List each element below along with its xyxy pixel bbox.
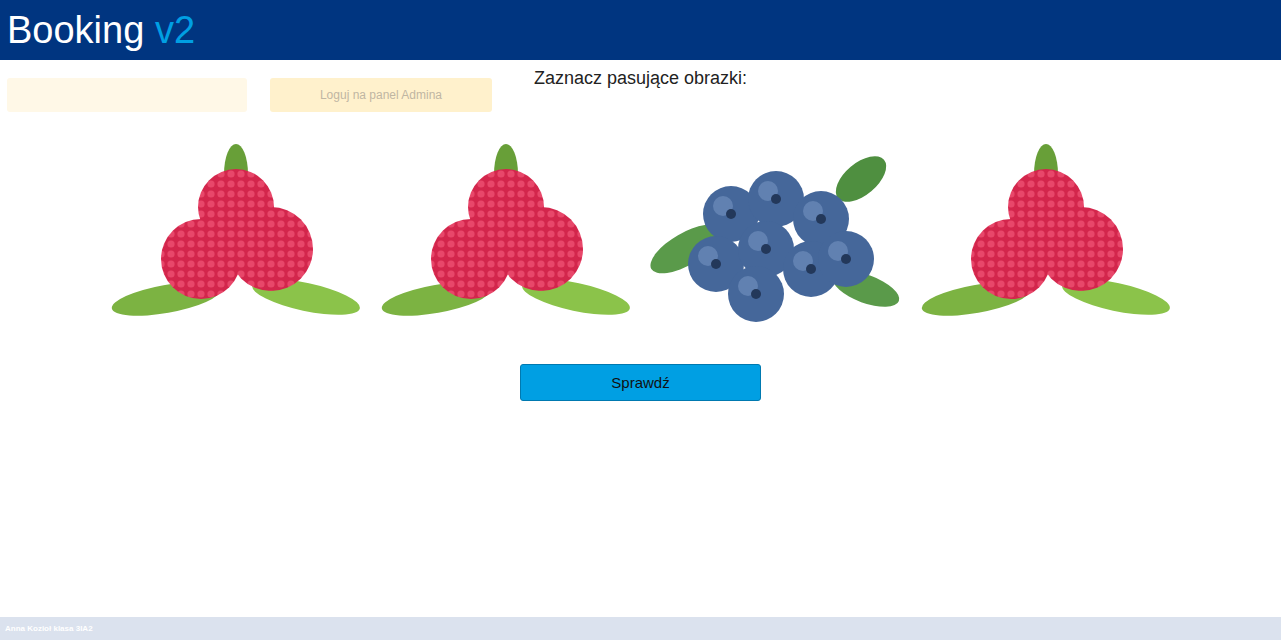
header: Booking v2: [0, 0, 1281, 60]
captcha-images: [106, 119, 1176, 339]
captcha-image[interactable]: [646, 119, 906, 339]
raspberry-icon: [376, 119, 636, 339]
captcha-image[interactable]: [376, 119, 636, 339]
logo[interactable]: Booking v2: [7, 9, 195, 52]
logo-suffix: v2: [155, 9, 195, 51]
raspberry-icon: [916, 119, 1176, 339]
captcha: Zaznacz pasujące obrazki: Sprawdź: [0, 68, 1281, 401]
captcha-image[interactable]: [106, 119, 366, 339]
raspberry-icon: [106, 119, 366, 339]
footer: Anna Kozioł klasa 3IA2: [0, 617, 1281, 640]
main: Loguj na panel AdminaZaznacz pasujące ob…: [0, 60, 1281, 617]
blueberry-icon: [646, 119, 906, 339]
page: Booking v2Loguj na panel AdminaZaznacz p…: [0, 0, 1281, 640]
admin-login-button[interactable]: Loguj na panel Admina: [270, 78, 492, 112]
captcha-image[interactable]: [916, 119, 1176, 339]
login-input[interactable]: [7, 78, 247, 112]
captcha-title: Zaznacz pasujące obrazki:: [534, 68, 747, 89]
check-button[interactable]: Sprawdź: [520, 364, 761, 401]
